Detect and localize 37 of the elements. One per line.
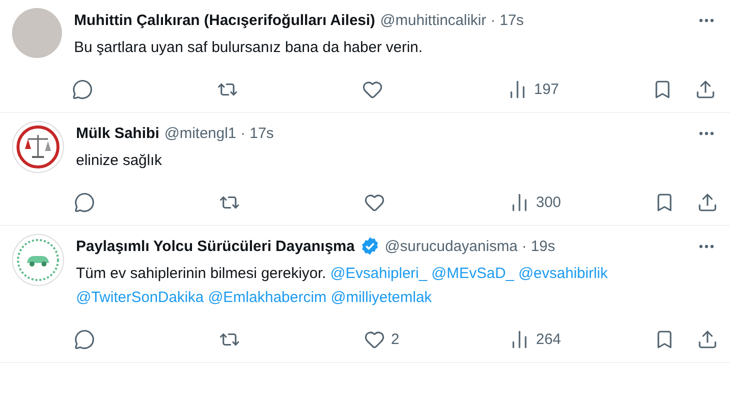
reply-button[interactable] <box>72 78 93 100</box>
upload-icon <box>697 192 718 212</box>
mention-link[interactable]: @evsahibirlik <box>518 265 608 282</box>
share-button[interactable] <box>697 328 718 350</box>
heart-icon <box>362 78 383 100</box>
like-button[interactable] <box>362 78 383 100</box>
upload-icon <box>695 78 716 100</box>
views-button[interactable]: 197 <box>507 78 560 100</box>
mention-link[interactable]: @TwiterSonDakika <box>76 289 204 306</box>
like-button[interactable]: 2 <box>364 328 400 350</box>
speech-bubble-icon <box>74 328 95 350</box>
share-button[interactable] <box>697 192 718 212</box>
speech-bubble-icon <box>74 192 95 212</box>
tweet-text: elinize sağlık <box>76 151 163 171</box>
author-name: Mülk Sahibi <box>76 124 160 142</box>
mention-link[interactable]: @milliyetemlak <box>330 289 432 306</box>
author-name: Paylaşımlı Yolcu Sürücüleri Dayanışma <box>76 238 355 254</box>
reply-button[interactable] <box>74 192 95 212</box>
mention-link[interactable]: @Evsahipleri_ <box>330 265 428 282</box>
author-handle: @surucudayanisma · 19s <box>384 238 556 254</box>
mention-link[interactable]: @MEvSaD_ <box>431 265 514 282</box>
author-name: Muhittin Çalıkıran (Hacışerifoğulları Ailesi) <box>74 12 376 28</box>
heart-icon <box>364 192 385 212</box>
author-handle: @muhittincalikir · 17s <box>380 12 524 28</box>
tweet-text: Tüm ev sahiplerinin bilmesi gerekiyor. @Evsahipleri_ @MEvSaD_ @evsahibirlik @TwiterSonDakika @Emlakhabercim @milliyetemlak <box>76 264 609 308</box>
reply-button[interactable] <box>74 328 95 350</box>
share-button[interactable] <box>695 78 716 100</box>
heart-icon <box>364 328 385 350</box>
avatar-photo-placeholder <box>12 8 62 58</box>
like-button[interactable] <box>364 192 385 212</box>
author-handle: @mitengl1 · 17s <box>164 124 274 142</box>
upload-icon <box>697 328 718 350</box>
views-button[interactable]: 300 <box>509 192 562 212</box>
speech-bubble-icon <box>72 78 93 100</box>
tweet-text: Bu şartlara uyan saf bulursanız bana da haber verin. <box>74 38 424 58</box>
mention-link[interactable]: @Emlakhabercim <box>208 289 327 306</box>
views-button[interactable]: 264 <box>509 328 562 350</box>
